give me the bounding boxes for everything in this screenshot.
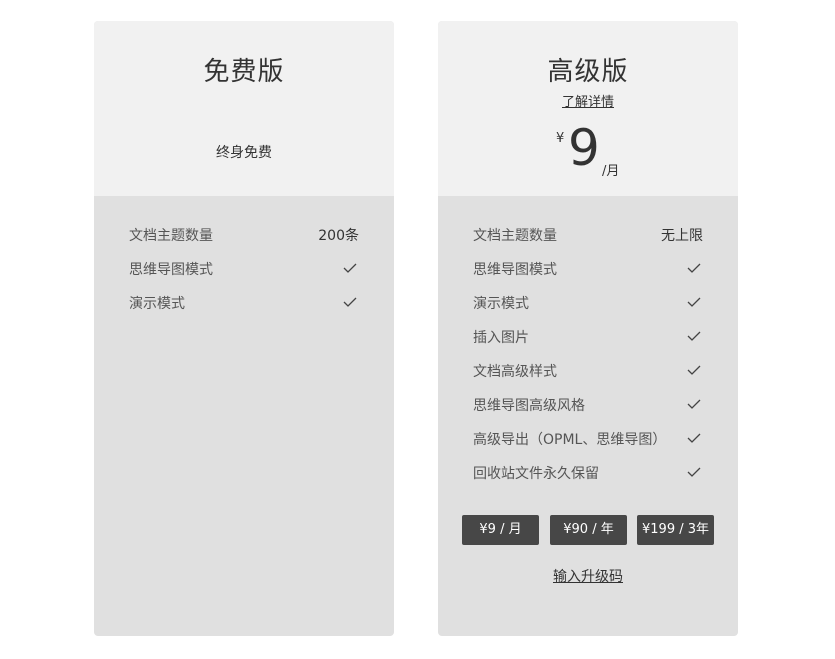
price-unit: /月 <box>602 164 620 179</box>
pro-plan-card: 高级版 了解详情 ¥ 9 /月 文档主题数量 无上限 思维导图模式 演示模式 插… <box>438 21 738 636</box>
feature-item-advanced-mindmap-style: 思维导图高级风格 <box>473 391 703 425</box>
feature-item-advanced-export: 高级导出（OPML、思维导图） <box>473 425 703 459</box>
pro-plan-header: 高级版 了解详情 ¥ 9 /月 <box>438 21 738 196</box>
feature-name: 插入图片 <box>473 330 529 346</box>
yearly-price-button[interactable]: ¥90 / 年 <box>550 515 627 545</box>
three-year-price-button[interactable]: ¥199 / 3年 <box>637 515 714 545</box>
checkmark-icon <box>687 399 701 409</box>
feature-name: 思维导图高级风格 <box>473 398 585 414</box>
pro-plan-features: 文档主题数量 无上限 思维导图模式 演示模式 插入图片 文档高级样式 思维导图高… <box>473 221 703 493</box>
free-plan-header: 免费版 终身免费 <box>94 21 394 196</box>
pricing-buttons: ¥9 / 月 ¥90 / 年 ¥199 / 3年 <box>462 515 714 545</box>
feature-item-topic-count: 文档主题数量 200条 <box>129 221 359 255</box>
feature-name: 文档高级样式 <box>473 364 557 380</box>
checkmark-icon <box>687 263 701 273</box>
feature-name: 高级导出（OPML、思维导图） <box>473 432 667 448</box>
enter-upgrade-code-link[interactable]: 输入升级码 <box>438 566 738 586</box>
price-currency: ¥ <box>556 131 565 146</box>
learn-more-link[interactable]: 了解详情 <box>438 91 738 110</box>
price-amount: 9 <box>568 119 600 177</box>
pro-plan-title: 高级版 <box>547 57 629 87</box>
checkmark-icon <box>343 297 357 307</box>
feature-item-trash-retention: 回收站文件永久保留 <box>473 459 703 493</box>
feature-item-presentation: 演示模式 <box>473 289 703 323</box>
feature-name: 文档主题数量 <box>473 228 557 244</box>
free-plan-card: 免费版 终身免费 文档主题数量 200条 思维导图模式 演示模式 <box>94 21 394 636</box>
free-plan-title: 免费版 <box>203 57 285 87</box>
checkmark-icon <box>343 263 357 273</box>
checkmark-icon <box>687 433 701 443</box>
feature-name: 文档主题数量 <box>129 228 213 244</box>
feature-name: 思维导图模式 <box>129 262 213 278</box>
feature-item-insert-image: 插入图片 <box>473 323 703 357</box>
checkmark-icon <box>687 365 701 375</box>
free-plan-features: 文档主题数量 200条 思维导图模式 演示模式 <box>129 221 359 323</box>
feature-item-topic-count: 文档主题数量 无上限 <box>473 221 703 255</box>
feature-value: 200条 <box>318 228 359 244</box>
feature-item-mindmap: 思维导图模式 <box>473 255 703 289</box>
feature-name: 思维导图模式 <box>473 262 557 278</box>
checkmark-icon <box>687 297 701 307</box>
feature-item-advanced-doc-style: 文档高级样式 <box>473 357 703 391</box>
monthly-price-button[interactable]: ¥9 / 月 <box>462 515 539 545</box>
checkmark-icon <box>687 467 701 477</box>
feature-name: 演示模式 <box>129 296 185 312</box>
feature-value: 无上限 <box>661 228 703 244</box>
feature-name: 演示模式 <box>473 296 529 312</box>
checkmark-icon <box>687 331 701 341</box>
feature-item-presentation: 演示模式 <box>129 289 359 323</box>
free-plan-subtitle: 终身免费 <box>216 145 272 161</box>
feature-name: 回收站文件永久保留 <box>473 466 599 482</box>
feature-item-mindmap: 思维导图模式 <box>129 255 359 289</box>
pro-plan-price: ¥ 9 /月 <box>438 119 738 185</box>
